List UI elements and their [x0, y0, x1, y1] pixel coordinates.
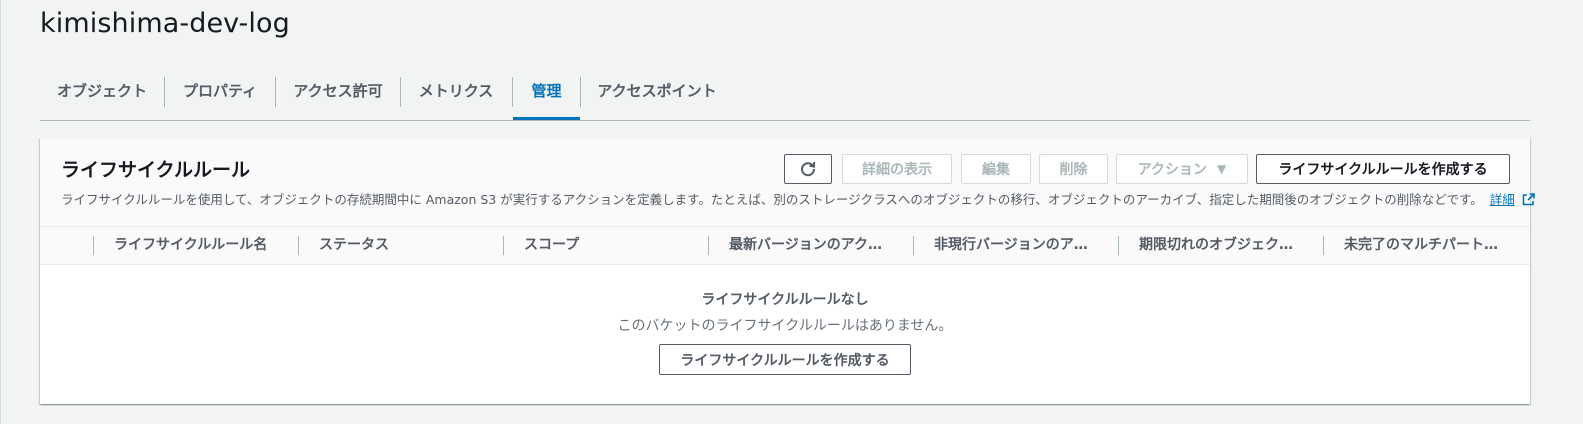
refresh-button[interactable] — [784, 154, 832, 184]
view-details-button[interactable]: 詳細の表示 — [842, 154, 952, 184]
tab-bar: オブジェクト プロパティ アクセス許可 メトリクス 管理 アクセスポイント — [40, 73, 1530, 121]
column-header-rule-name[interactable]: ライフサイクルルール名 — [114, 227, 294, 264]
delete-button[interactable]: 削除 — [1039, 154, 1108, 184]
column-header-noncurrent-version-actions[interactable]: 非現行バージョンのア… — [934, 227, 1116, 264]
column-header-current-version-actions[interactable]: 最新バージョンのアク… — [729, 227, 911, 264]
tab-permissions[interactable]: アクセス許可 — [276, 73, 400, 119]
panel-title: ライフサイクルルール — [61, 159, 251, 181]
left-border — [0, 0, 1, 424]
empty-state-create-button[interactable]: ライフサイクルルールを作成する — [659, 344, 911, 375]
details-link[interactable]: 詳細 — [1490, 192, 1515, 207]
create-rule-button[interactable]: ライフサイクルルールを作成する — [1256, 154, 1510, 184]
column-divider[interactable] — [913, 236, 914, 255]
tab-metrics[interactable]: メトリクス — [401, 73, 511, 119]
column-divider[interactable] — [503, 236, 504, 255]
column-divider[interactable] — [1323, 236, 1324, 255]
edit-button[interactable]: 編集 — [961, 154, 1031, 184]
column-divider — [93, 236, 94, 255]
actions-label: アクション — [1137, 162, 1208, 178]
empty-state-message: このバケットのライフサイクルルールはありません。 — [617, 318, 953, 334]
table-header: ライフサイクルルール名 ステータス スコープ 最新バージョンのアク… 非現行バー… — [40, 227, 1530, 265]
lifecycle-rules-panel: ライフサイクルルール 詳細の表示 編集 削除 アクション ▼ ライフサイクルルー… — [40, 138, 1535, 404]
column-divider[interactable] — [708, 236, 709, 255]
column-header-scope[interactable]: スコープ — [524, 227, 704, 264]
actions-dropdown[interactable]: アクション ▼ — [1116, 154, 1248, 184]
column-header-incomplete-multipart[interactable]: 未完了のマルチパート… — [1344, 227, 1524, 264]
column-divider[interactable] — [1118, 236, 1119, 255]
column-header-expired-objects[interactable]: 期限切れのオブジェク… — [1139, 227, 1321, 264]
panel-description: ライフサイクルルールを使用して、オブジェクトの存続期間中に Amazon S3 … — [61, 189, 1535, 208]
tab-management[interactable]: 管理 — [513, 73, 580, 120]
panel-header: ライフサイクルルール 詳細の表示 編集 削除 アクション ▼ ライフサイクルルー… — [40, 138, 1535, 227]
tab-access-points[interactable]: アクセスポイント — [581, 73, 733, 119]
empty-state-title: ライフサイクルルールなし — [701, 292, 869, 308]
column-header-status[interactable]: ステータス — [319, 227, 499, 264]
page-title: kimishima-dev-log — [40, 8, 290, 39]
caret-down-icon: ▼ — [1217, 162, 1227, 176]
column-divider[interactable] — [298, 236, 299, 255]
tab-objects[interactable]: オブジェクト — [40, 73, 164, 119]
refresh-icon — [801, 161, 816, 177]
tab-properties[interactable]: プロパティ — [165, 73, 275, 119]
external-link-icon[interactable] — [1522, 193, 1535, 206]
description-text: ライフサイクルルールを使用して、オブジェクトの存続期間中に Amazon S3 … — [61, 192, 1483, 207]
